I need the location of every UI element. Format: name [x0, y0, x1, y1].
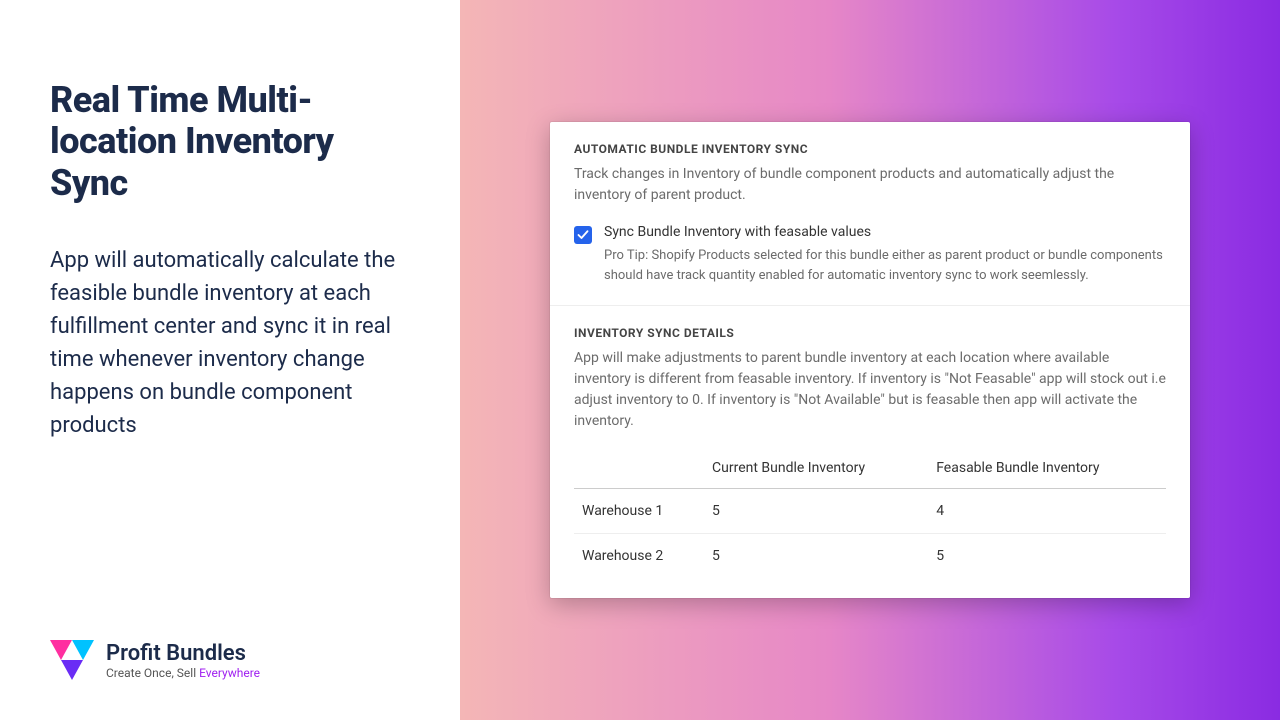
marketing-left-pane: Real Time Multi-location Inventory Sync …: [0, 0, 460, 720]
brand-name: Profit Bundles: [106, 641, 260, 666]
col-current: Current Bundle Inventory: [704, 450, 928, 489]
cell-feasable: 5: [928, 534, 1166, 579]
brand-tagline: Create Once, Sell Everywhere: [106, 666, 260, 680]
description: App will automatically calculate the fea…: [50, 244, 410, 442]
tagline-prefix: Create Once, Sell: [106, 666, 199, 680]
sync-checkbox-label: Sync Bundle Inventory with feasable valu…: [604, 224, 1166, 240]
sync-checkbox-row: Sync Bundle Inventory with feasable valu…: [574, 224, 1166, 285]
headline: Real Time Multi-location Inventory Sync: [50, 80, 410, 204]
details-title: INVENTORY SYNC DETAILS: [574, 326, 1166, 340]
auto-sync-desc: Track changes in Inventory of bundle com…: [574, 164, 1166, 206]
auto-sync-section: AUTOMATIC BUNDLE INVENTORY SYNC Track ch…: [550, 122, 1190, 305]
check-icon: [577, 229, 589, 241]
gradient-right-pane: AUTOMATIC BUNDLE INVENTORY SYNC Track ch…: [460, 0, 1280, 720]
cell-location: Warehouse 1: [574, 489, 704, 534]
tagline-accent: Everywhere: [199, 666, 260, 680]
col-feasable: Feasable Bundle Inventory: [928, 450, 1166, 489]
checkbox-label-block: Sync Bundle Inventory with feasable valu…: [604, 224, 1166, 285]
col-location: [574, 450, 704, 489]
table-row: Warehouse 2 5 5: [574, 534, 1166, 579]
cell-current: 5: [704, 534, 928, 579]
table-header-row: Current Bundle Inventory Feasable Bundle…: [574, 450, 1166, 489]
inventory-table: Current Bundle Inventory Feasable Bundle…: [574, 450, 1166, 578]
details-desc: App will make adjustments to parent bund…: [574, 348, 1166, 432]
brand-text: Profit Bundles Create Once, Sell Everywh…: [106, 641, 260, 680]
brand-logo-icon: [50, 640, 94, 680]
cell-location: Warehouse 2: [574, 534, 704, 579]
left-content: Real Time Multi-location Inventory Sync …: [50, 80, 410, 620]
table-row: Warehouse 1 5 4: [574, 489, 1166, 534]
sync-checkbox-hint: Pro Tip: Shopify Products selected for t…: [604, 246, 1166, 285]
auto-sync-title: AUTOMATIC BUNDLE INVENTORY SYNC: [574, 142, 1166, 156]
cell-feasable: 4: [928, 489, 1166, 534]
cell-current: 5: [704, 489, 928, 534]
sync-checkbox[interactable]: [574, 226, 592, 244]
settings-card: AUTOMATIC BUNDLE INVENTORY SYNC Track ch…: [550, 122, 1190, 598]
brand-block: Profit Bundles Create Once, Sell Everywh…: [50, 640, 410, 680]
sync-details-section: INVENTORY SYNC DETAILS App will make adj…: [550, 305, 1190, 598]
